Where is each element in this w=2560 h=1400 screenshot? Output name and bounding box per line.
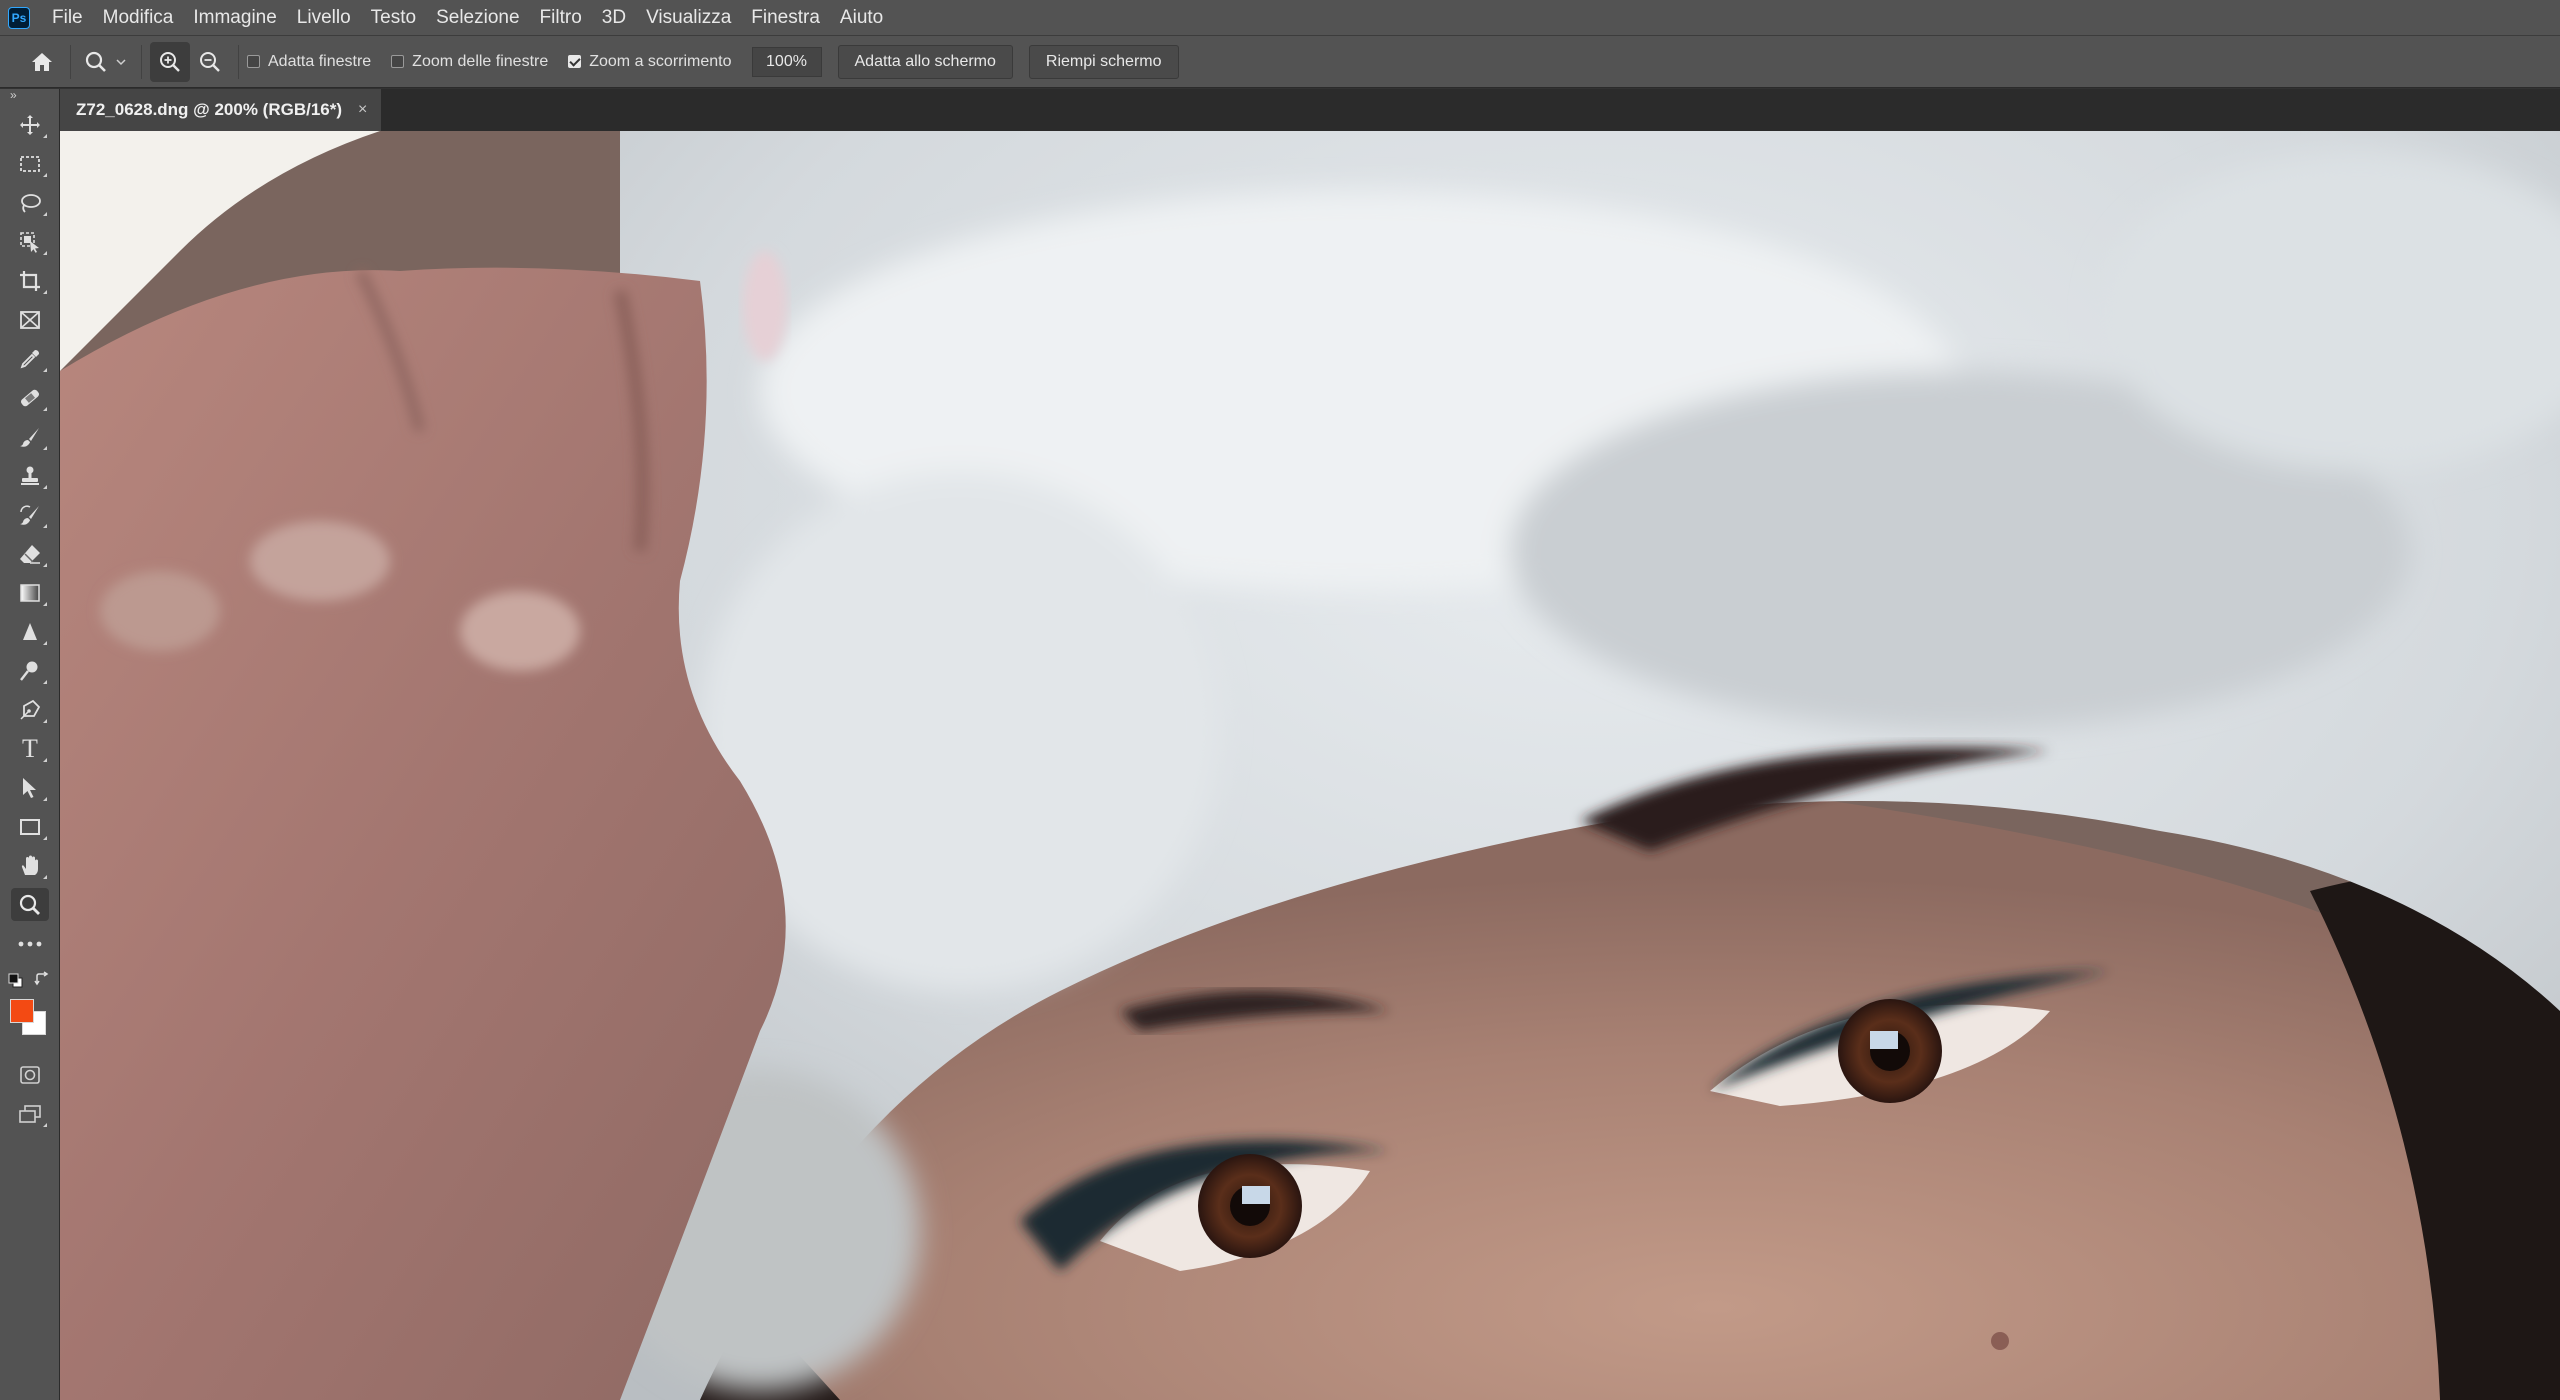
zoom-tool-icon xyxy=(85,51,126,72)
document-canvas[interactable] xyxy=(60,131,2560,1400)
home-icon[interactable] xyxy=(22,42,62,82)
document-tab-title: Z72_0628.dng @ 200% (RGB/16*) xyxy=(76,100,343,119)
document-tab-bar: Z72_0628.dng @ 200% (RGB/16*) × xyxy=(60,89,2560,131)
bandage-icon xyxy=(20,389,40,406)
dodge-tool[interactable] xyxy=(0,651,60,690)
close-icon[interactable]: × xyxy=(358,101,367,119)
options-separator xyxy=(141,44,142,79)
zoom-tool[interactable] xyxy=(0,885,60,924)
options-separator xyxy=(238,44,239,79)
default-colors-icon[interactable] xyxy=(8,973,24,989)
menu-filter[interactable]: Filtro xyxy=(530,0,592,36)
zoom-out-icon[interactable] xyxy=(190,42,230,82)
menu-file[interactable]: File xyxy=(42,0,93,36)
checkbox-box xyxy=(247,55,260,68)
magnifier-icon xyxy=(19,894,40,915)
menu-type[interactable]: Testo xyxy=(361,0,426,36)
brush-icon xyxy=(20,427,39,447)
photo-image xyxy=(60,131,2560,1400)
more-tools[interactable] xyxy=(0,924,60,963)
pen-icon xyxy=(20,699,41,720)
blur-icon xyxy=(23,622,37,640)
gradient-tool[interactable] xyxy=(0,573,60,612)
pen-tool[interactable] xyxy=(0,690,60,729)
zoom-all-windows-checkbox[interactable]: Zoom delle finestre xyxy=(391,53,548,71)
menu-window[interactable]: Finestra xyxy=(741,0,830,36)
eraser-tool[interactable] xyxy=(0,534,60,573)
zoom-tool-preset-picker[interactable] xyxy=(79,42,133,82)
quick-mask-button[interactable] xyxy=(0,1055,60,1094)
eyedropper-tool[interactable] xyxy=(0,339,60,378)
options-separator xyxy=(70,44,71,79)
history-brush-icon xyxy=(20,504,39,525)
path-selection-tool[interactable] xyxy=(0,768,60,807)
screen-mode-button[interactable] xyxy=(0,1094,60,1133)
color-swatches xyxy=(0,963,60,1055)
fill-screen-button[interactable]: Riempi schermo xyxy=(1028,44,1179,79)
screen-mode-icon xyxy=(19,1104,41,1123)
lasso-tool[interactable] xyxy=(0,183,60,222)
frame-icon xyxy=(20,310,40,329)
menu-select[interactable]: Selezione xyxy=(426,0,529,36)
quick-mask-icon xyxy=(20,1065,40,1084)
photoshop-logo-icon: Ps xyxy=(8,6,30,29)
gradient-icon xyxy=(20,583,40,602)
dodge-icon xyxy=(20,661,38,681)
document-tab[interactable]: Z72_0628.dng @ 200% (RGB/16*) × xyxy=(60,89,383,131)
ellipsis-icon xyxy=(18,941,42,946)
scrubby-zoom-checkbox[interactable]: Zoom a scorrimento xyxy=(568,52,732,71)
zoom-in-icon[interactable] xyxy=(150,41,190,82)
options-bar: Adatta finestre Zoom delle finestre Zoom… xyxy=(0,36,2560,88)
rectangle-icon xyxy=(20,818,40,835)
marquee-icon xyxy=(20,155,40,172)
move-tool[interactable] xyxy=(0,105,60,144)
object-selection-icon xyxy=(20,231,39,253)
type-tool[interactable]: T xyxy=(0,729,60,768)
zoom-all-windows-label: Zoom delle finestre xyxy=(412,52,549,70)
blur-tool[interactable] xyxy=(0,612,60,651)
menu-3d[interactable]: 3D xyxy=(592,0,636,36)
zoom-percentage-field[interactable]: 100% xyxy=(751,46,822,77)
tools-panel: » T xyxy=(0,89,60,1400)
scrubby-zoom-label: Zoom a scorrimento xyxy=(589,52,732,70)
history-brush-tool[interactable] xyxy=(0,495,60,534)
brush-tool[interactable] xyxy=(0,417,60,456)
move-icon xyxy=(20,114,40,135)
frame-tool[interactable] xyxy=(0,300,60,339)
checkbox-box xyxy=(391,55,405,68)
menu-image[interactable]: Immagine xyxy=(183,0,286,36)
clone-stamp-tool[interactable] xyxy=(0,456,60,495)
eraser-icon xyxy=(20,544,40,564)
lasso-icon xyxy=(21,193,41,213)
resize-windows-label: Adatta finestre xyxy=(268,52,372,70)
arrow-icon xyxy=(23,777,36,798)
hand-icon xyxy=(21,855,38,875)
collapse-panel-icon[interactable]: » xyxy=(0,89,59,105)
foreground-color-swatch[interactable] xyxy=(10,999,34,1023)
object-selection-tool[interactable] xyxy=(0,222,60,261)
crop-tool[interactable] xyxy=(0,261,60,300)
rectangle-tool[interactable] xyxy=(0,807,60,846)
menu-edit[interactable]: Modifica xyxy=(93,0,184,36)
menu-view[interactable]: Visualizza xyxy=(636,0,741,36)
menu-layer[interactable]: Livello xyxy=(287,0,361,36)
stamp-icon xyxy=(21,466,39,485)
swap-colors-icon[interactable] xyxy=(34,971,50,987)
crop-icon xyxy=(20,270,40,291)
checkbox-box-checked xyxy=(568,55,582,68)
eyedropper-icon xyxy=(20,349,39,368)
marquee-tool[interactable] xyxy=(0,144,60,183)
hand-tool[interactable] xyxy=(0,846,60,885)
resize-windows-checkbox[interactable]: Adatta finestre xyxy=(247,53,371,71)
menu-bar: Ps File Modifica Immagine Livello Testo … xyxy=(0,0,2560,36)
type-icon: T xyxy=(22,733,38,763)
menu-help[interactable]: Aiuto xyxy=(830,0,893,36)
fit-screen-button[interactable]: Adatta allo schermo xyxy=(837,44,1013,79)
healing-brush-tool[interactable] xyxy=(0,378,60,417)
